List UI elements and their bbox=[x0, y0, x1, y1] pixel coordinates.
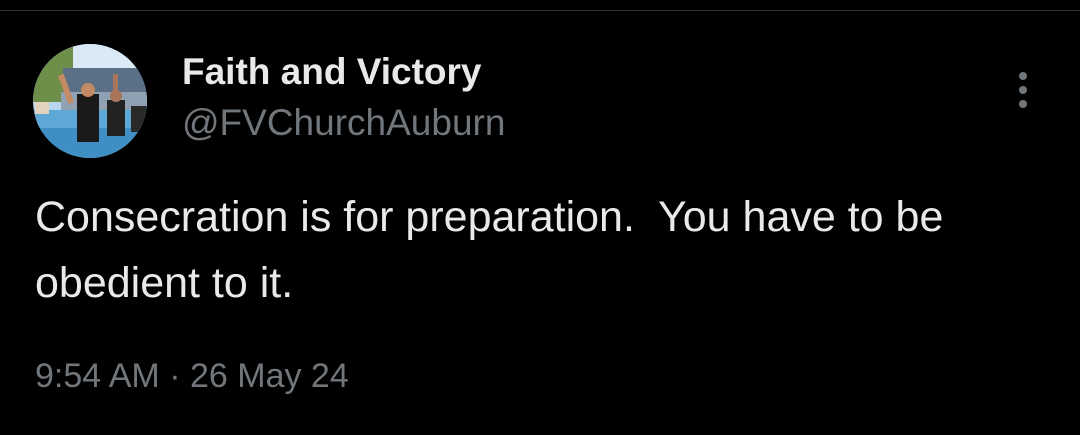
tweet-text: Consecration is for preparation. You hav… bbox=[35, 193, 956, 307]
author-display-name[interactable]: Faith and Victory bbox=[182, 50, 482, 94]
tweet-timestamp[interactable]: 9:54 AM · 26 May 24 bbox=[35, 354, 349, 398]
timestamp-separator: · bbox=[169, 357, 181, 395]
avatar-photo bbox=[33, 44, 147, 158]
avatar[interactable] bbox=[33, 44, 147, 158]
more-options-button[interactable] bbox=[1006, 66, 1040, 114]
author-handle[interactable]: @FVChurchAuburn bbox=[182, 101, 505, 145]
tweet-time[interactable]: 9:54 AM bbox=[35, 357, 160, 395]
top-divider bbox=[0, 0, 1080, 11]
tweet-date[interactable]: 26 May 24 bbox=[190, 357, 349, 395]
